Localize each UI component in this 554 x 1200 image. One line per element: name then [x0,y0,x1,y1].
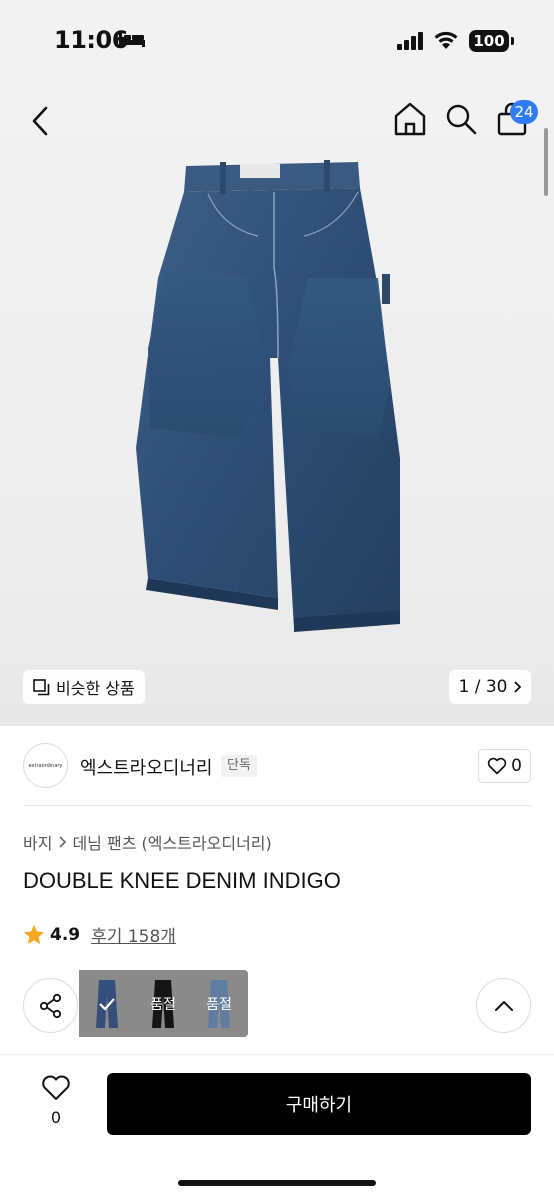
product-rating: 4.9 후기 158개 [23,922,176,947]
brand-logo[interactable]: extraordinary [23,743,68,788]
similar-products-label: 비슷한 상품 [56,679,135,698]
sold-out-label: 품절 [206,996,232,1013]
breadcrumb: 바지 데님 팬츠 (엑스트라오디너리) [23,830,272,854]
search-icon[interactable] [444,102,478,136]
status-time: 11:06 [54,26,128,54]
buy-button[interactable]: 구매하기 [107,1073,531,1135]
share-button[interactable] [23,978,78,1033]
brand-logo-text: extraordinary [28,762,63,769]
cellular-signal-icon [397,32,423,50]
battery-tip [511,37,514,45]
chevron-up-icon [494,1000,513,1011]
wifi-icon [434,31,458,49]
brand-name-link[interactable]: 엑스트라오디너리 [80,754,212,780]
checkmark-icon [99,998,115,1011]
breadcrumb-subcategory[interactable]: 데님 팬츠 (엑스트라오디너리) [72,830,271,854]
back-chevron-icon[interactable] [24,102,58,140]
status-bar: 11:06 100 [0,0,554,80]
chevron-right-icon [59,836,67,848]
chevron-right-icon [514,681,522,693]
color-option-black[interactable]: 품절 [135,970,191,1037]
color-options: 품절 품절 [79,970,248,1037]
color-option-indigo[interactable] [79,970,135,1037]
sleep-focus-icon [119,32,145,47]
product-image-jeans[interactable] [128,158,418,633]
home-icon[interactable] [392,100,428,138]
rating-score: 4.9 [50,924,81,945]
brand-like-button[interactable]: 0 [478,749,531,783]
wishlist-count: 0 [50,1108,62,1127]
image-counter-text: 1 / 30 [458,677,508,697]
star-icon [24,925,44,944]
share-icon [39,993,61,1018]
battery-indicator: 100 [469,30,509,52]
reviews-link[interactable]: 후기 158개 [91,922,176,947]
scrollbar[interactable] [544,128,548,196]
divider [23,805,531,806]
product-title: DOUBLE KNEE DENIM INDIGO [23,868,341,893]
brand-like-count: 0 [511,756,522,776]
heart-icon [487,757,507,775]
wishlist-heart-icon[interactable] [40,1074,72,1102]
similar-squares-icon [33,678,50,695]
breadcrumb-category[interactable]: 바지 [23,830,52,854]
cart-count-badge: 24 [510,100,538,124]
similar-products-button[interactable]: 비슷한 상품 [23,670,145,704]
image-counter-button[interactable]: 1 / 30 [449,670,531,704]
sold-out-label: 품절 [150,996,176,1013]
exclusive-tag: 단독 [221,755,257,777]
scroll-to-top-button[interactable] [476,978,531,1033]
color-option-light-blue[interactable]: 품절 [191,970,247,1037]
bottom-bar-divider [0,1054,554,1055]
home-indicator[interactable] [178,1180,376,1186]
